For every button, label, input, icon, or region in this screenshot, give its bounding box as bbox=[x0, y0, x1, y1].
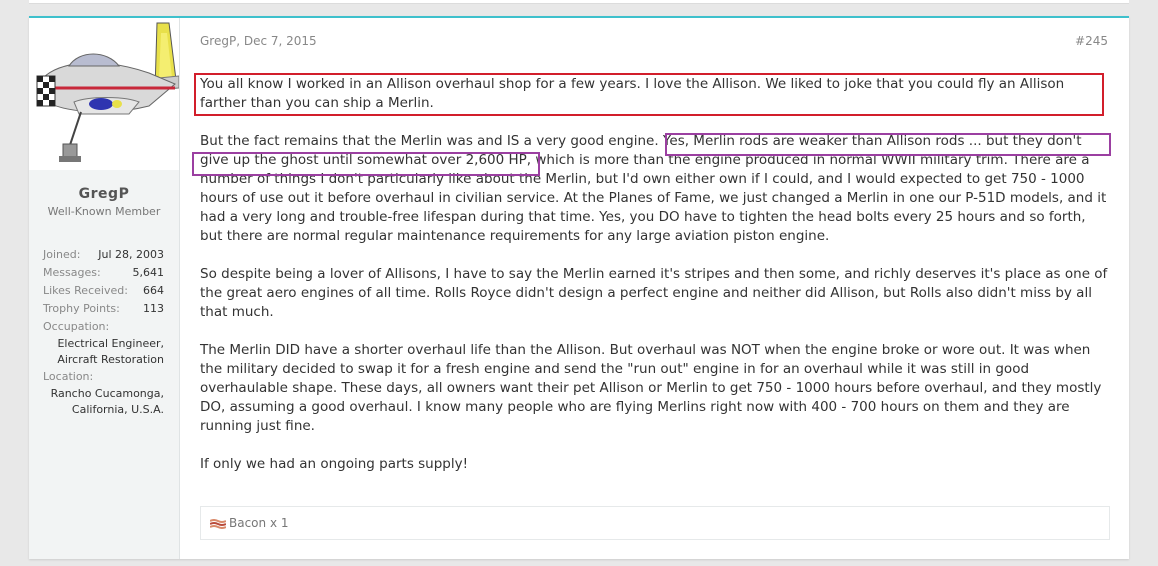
occupation-label: Occupation: bbox=[43, 320, 110, 333]
airplane-avatar-image bbox=[36, 22, 180, 162]
stat-likes: Likes Received: 664 bbox=[43, 284, 164, 302]
message-paragraph: The Merlin DID have a shorter overhaul l… bbox=[200, 342, 1102, 434]
stat-label: Likes Received: bbox=[43, 284, 128, 297]
stat-value: Jul 28, 2003 bbox=[98, 248, 164, 261]
location-line[interactable]: California, U.S.A. bbox=[43, 402, 164, 418]
occupation-line: Electrical Engineer, bbox=[57, 337, 164, 350]
stat-value[interactable]: 113 bbox=[143, 302, 164, 315]
message-paragraph: If only we had an ongoing parts supply! bbox=[200, 456, 469, 472]
stat-label: Messages: bbox=[43, 266, 101, 279]
user-stats: Joined: Jul 28, 2003 Messages: 5,641 Lik… bbox=[43, 248, 164, 418]
username[interactable]: GregP bbox=[29, 186, 179, 202]
stat-messages: Messages: 5,641 bbox=[43, 266, 164, 284]
post-meta[interactable]: GregP, Dec 7, 2015 bbox=[200, 34, 317, 48]
forum-post: GregP Well-Known Member Joined: Jul 28, … bbox=[29, 16, 1129, 559]
reactions-bar: Bacon x 1 bbox=[200, 506, 1110, 540]
stat-trophy-points: Trophy Points: 113 bbox=[43, 302, 164, 320]
post-content: GregP, Dec 7, 2015 #245 You all know I w… bbox=[180, 18, 1129, 559]
message-paragraph: So despite being a lover of Allisons, I … bbox=[200, 266, 1108, 320]
reaction-count[interactable]: Bacon x 1 bbox=[229, 516, 289, 530]
avatar[interactable] bbox=[29, 18, 180, 170]
user-sidebar: GregP Well-Known Member Joined: Jul 28, … bbox=[29, 18, 180, 559]
stat-label: Joined: bbox=[43, 248, 81, 261]
highlight-box-purple bbox=[192, 152, 540, 176]
previous-post-edge bbox=[29, 0, 1129, 4]
location-line[interactable]: Rancho Cucamonga, bbox=[43, 386, 164, 402]
stat-value[interactable]: 5,641 bbox=[133, 266, 165, 279]
post-number-link[interactable]: #245 bbox=[1075, 34, 1108, 48]
location-label: Location: bbox=[43, 370, 94, 383]
stat-joined: Joined: Jul 28, 2003 bbox=[43, 248, 164, 266]
highlight-box-red bbox=[194, 73, 1104, 116]
stat-label: Trophy Points: bbox=[43, 302, 120, 315]
highlight-box-purple bbox=[665, 133, 1111, 156]
user-title: Well-Known Member bbox=[47, 205, 161, 218]
occupation-line: Aircraft Restoration bbox=[57, 353, 164, 366]
stat-value: 664 bbox=[143, 284, 164, 297]
bacon-icon bbox=[210, 519, 226, 529]
